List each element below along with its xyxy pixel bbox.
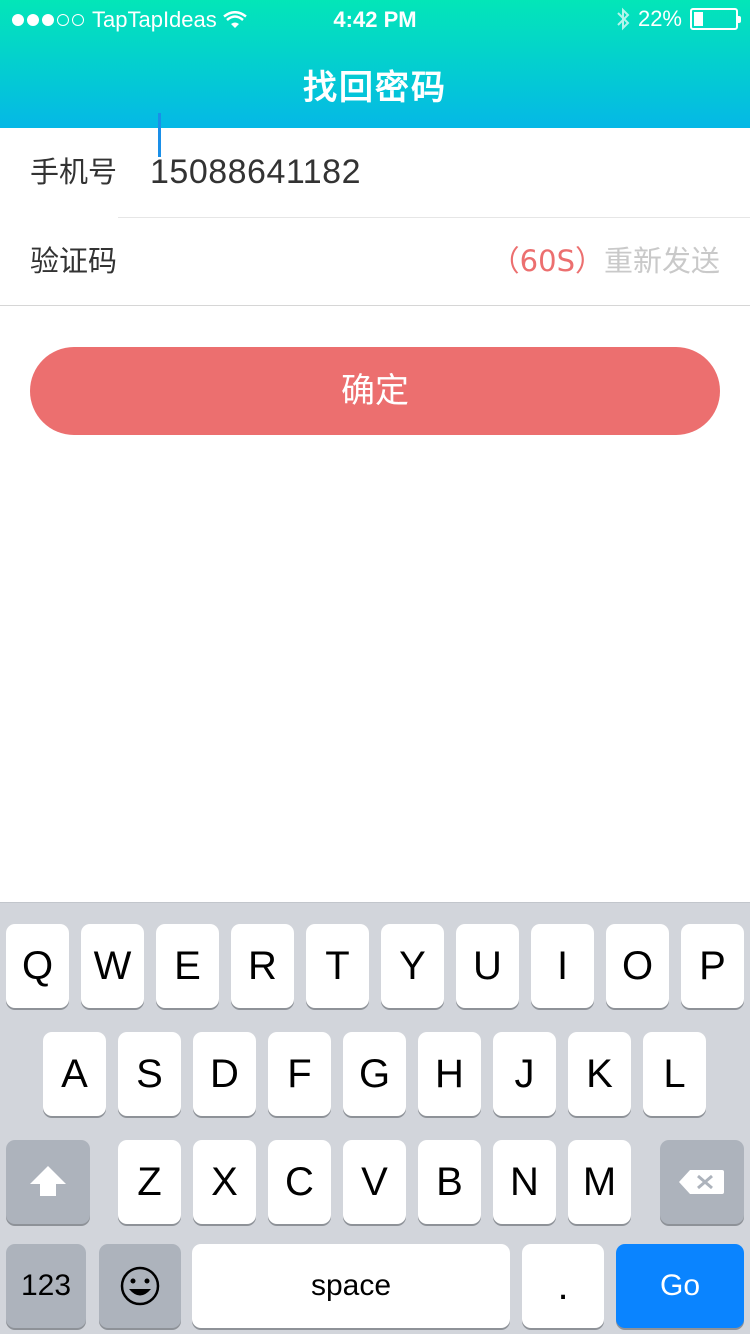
- shift-key[interactable]: [6, 1140, 90, 1224]
- key-p[interactable]: P: [681, 924, 744, 1008]
- delete-key[interactable]: [660, 1140, 744, 1224]
- status-bar: TapTapIdeas 4:42 PM 22%: [0, 0, 750, 40]
- reset-password-form: 手机号 15088641182 验证码 （60S）重新发送: [0, 128, 750, 306]
- key-f[interactable]: F: [268, 1032, 331, 1116]
- key-k[interactable]: K: [568, 1032, 631, 1116]
- space-key[interactable]: space: [192, 1244, 510, 1328]
- verification-code-input[interactable]: [150, 239, 450, 285]
- key-q[interactable]: Q: [6, 924, 69, 1008]
- key-t[interactable]: T: [306, 924, 369, 1008]
- key-s[interactable]: S: [118, 1032, 181, 1116]
- key-z[interactable]: Z: [118, 1140, 181, 1224]
- key-d[interactable]: D: [193, 1032, 256, 1116]
- period-key[interactable]: .: [522, 1244, 604, 1328]
- key-n[interactable]: N: [493, 1140, 556, 1224]
- page-title: 找回密码: [303, 69, 447, 107]
- battery-percent: 22%: [637, 6, 682, 31]
- key-l[interactable]: L: [643, 1032, 706, 1116]
- app-header: TapTapIdeas 4:42 PM 22% 找回密码: [0, 0, 750, 128]
- key-c[interactable]: C: [268, 1140, 331, 1224]
- key-r[interactable]: R: [231, 924, 294, 1008]
- text-caret: [158, 113, 161, 157]
- key-u[interactable]: U: [456, 924, 519, 1008]
- phone-label: 手机号: [30, 155, 118, 189]
- key-b[interactable]: B: [418, 1140, 481, 1224]
- phone-field[interactable]: 15088641182: [150, 128, 361, 217]
- resend-label: 重新发送: [603, 244, 720, 278]
- key-h[interactable]: H: [418, 1032, 481, 1116]
- keyboard: QWERTYUIOP ASDFGHJKL ZXCVBNM 123 space .…: [0, 902, 750, 1334]
- phone-row: 手机号 15088641182: [0, 128, 750, 217]
- key-e[interactable]: E: [156, 924, 219, 1008]
- key-g[interactable]: G: [343, 1032, 406, 1116]
- key-i[interactable]: I: [531, 924, 594, 1008]
- emoji-key[interactable]: [99, 1244, 181, 1328]
- backspace-icon: [679, 1170, 724, 1194]
- code-row: 验证码 （60S）重新发送: [0, 217, 750, 306]
- shift-icon: [30, 1166, 66, 1196]
- bluetooth-icon: [616, 7, 630, 31]
- numbers-key[interactable]: 123: [6, 1244, 86, 1328]
- status-right: 22%: [616, 6, 741, 32]
- confirm-button[interactable]: 确定: [30, 347, 720, 435]
- key-w[interactable]: W: [81, 924, 144, 1008]
- resend-code-button[interactable]: （60S）重新发送: [491, 217, 720, 306]
- key-m[interactable]: M: [568, 1140, 631, 1224]
- key-a[interactable]: A: [43, 1032, 106, 1116]
- key-v[interactable]: V: [343, 1140, 406, 1224]
- resend-countdown: （60S）: [490, 244, 604, 278]
- emoji-icon: [120, 1266, 160, 1306]
- key-y[interactable]: Y: [381, 924, 444, 1008]
- go-key[interactable]: Go: [616, 1244, 744, 1328]
- battery-icon: [690, 8, 741, 30]
- key-j[interactable]: J: [493, 1032, 556, 1116]
- key-x[interactable]: X: [193, 1140, 256, 1224]
- key-o[interactable]: O: [606, 924, 669, 1008]
- code-label: 验证码: [30, 244, 118, 278]
